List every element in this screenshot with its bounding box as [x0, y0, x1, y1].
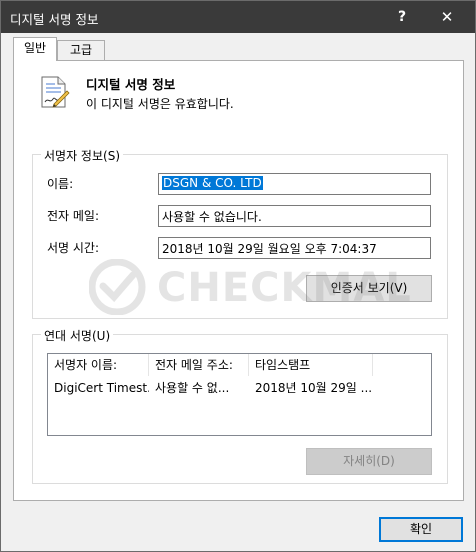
signer-info-group-label: 서명자 정보(S) — [41, 147, 123, 164]
title-bar: 디지털 서명 정보 ? ✕ — [1, 1, 475, 33]
tab-panel-general: 디지털 서명 정보 이 디지털 서명은 유효합니다. 서명자 정보(S) 이름:… — [13, 60, 464, 501]
signing-time-value: 2018년 10월 29일 월요일 오후 7:04:37 — [162, 242, 377, 256]
header-title: 디지털 서명 정보 — [86, 77, 176, 92]
email-field[interactable]: 사용할 수 없습니다. — [158, 205, 431, 227]
help-button[interactable]: ? — [384, 5, 420, 29]
name-value: DSGN & CO. LTD — [162, 176, 263, 190]
countersignature-list[interactable]: 서명자 이름: 전자 메일 주소: 타임스탬프 DigiCert Timest.… — [47, 353, 432, 436]
signer-info-group: 서명자 정보(S) 이름: DSGN & CO. LTD 전자 메일: 사용할 … — [32, 147, 448, 319]
column-signer-name[interactable]: 서명자 이름: — [48, 354, 149, 376]
list-header: 서명자 이름: 전자 메일 주소: 타임스탬프 — [48, 354, 431, 376]
signature-status-text: 이 디지털 서명은 유효합니다. — [86, 97, 234, 111]
signing-time-field[interactable]: 2018년 10월 29일 월요일 오후 7:04:37 — [158, 237, 431, 259]
ok-button[interactable]: 확인 — [379, 517, 463, 542]
email-label: 전자 메일: — [47, 209, 100, 223]
cell-timestamp: 2018년 10월 29일 ... — [255, 381, 373, 395]
dialog-window: 디지털 서명 정보 ? ✕ 일반 고급 디지털 서명 정보 이 디지털 서명은 … — [0, 0, 476, 552]
cell-email-address: 사용할 수 없... — [155, 381, 230, 395]
countersignatures-group-label: 연대 서명(U) — [41, 327, 114, 344]
column-timestamp[interactable]: 타임스탬프 — [249, 354, 373, 376]
window-title: 디지털 서명 정보 — [10, 12, 99, 27]
name-label: 이름: — [47, 177, 74, 191]
tab-advanced[interactable]: 고급 — [57, 40, 105, 60]
close-button[interactable]: ✕ — [429, 5, 465, 29]
certificate-document-icon — [41, 76, 70, 108]
cell-signer-name: DigiCert Timest... — [54, 381, 149, 395]
email-value: 사용할 수 없습니다. — [162, 210, 262, 224]
column-email-address[interactable]: 전자 메일 주소: — [149, 354, 249, 376]
view-certificate-button[interactable]: 인증서 보기(V) — [306, 275, 432, 302]
tab-general[interactable]: 일반 — [13, 37, 57, 61]
countersignatures-group: 연대 서명(U) 서명자 이름: 전자 메일 주소: 타임스탬프 DigiCer… — [32, 327, 448, 484]
name-field[interactable]: DSGN & CO. LTD — [158, 173, 431, 195]
details-button[interactable]: 자세히(D) — [306, 448, 432, 475]
signing-time-label: 서명 시간: — [47, 241, 100, 255]
list-item[interactable]: DigiCert Timest... 사용할 수 없... 2018년 10월 … — [48, 378, 431, 398]
